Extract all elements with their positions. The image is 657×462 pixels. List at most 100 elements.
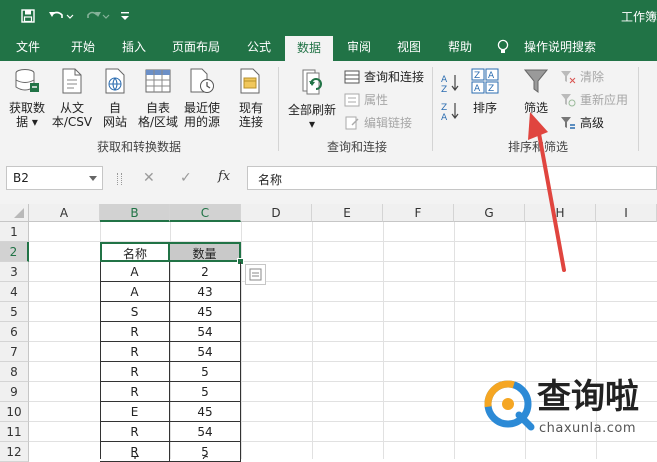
table-cell[interactable]: R (100, 422, 170, 442)
tab-page-layout[interactable]: 页面布局 (163, 33, 229, 61)
quick-analysis-icon[interactable] (245, 264, 266, 285)
refresh-all-dropdown: ▾ (308, 117, 316, 131)
column-header[interactable]: E (312, 204, 383, 222)
table-cell[interactable]: S (100, 302, 170, 322)
name-box[interactable]: B2 (6, 166, 103, 190)
table-cell[interactable]: R (100, 442, 170, 462)
table-cell[interactable]: A (100, 262, 170, 282)
from-csv-label-1: 从文 (59, 101, 84, 115)
table-cell[interactable]: R (100, 322, 170, 342)
row-header[interactable]: 2 (0, 242, 29, 262)
table-cell[interactable]: R (100, 382, 170, 402)
undo-icon[interactable] (46, 7, 76, 25)
row-header[interactable]: 10 (0, 402, 29, 422)
column-header[interactable]: D (241, 204, 312, 222)
row-header[interactable]: 8 (0, 362, 29, 382)
insert-function-icon[interactable]: fx (218, 169, 230, 184)
table-cell[interactable]: R (100, 362, 170, 382)
table-cell[interactable]: T (100, 454, 170, 459)
properties-icon (344, 93, 360, 107)
row-header[interactable]: 9 (0, 382, 29, 402)
chevron-down-icon[interactable] (89, 176, 97, 181)
properties-button[interactable]: 属性 (344, 92, 388, 108)
svg-text:Z: Z (474, 71, 480, 81)
table-icon (136, 67, 180, 98)
row-header[interactable]: 4 (0, 282, 29, 302)
table-cell[interactable]: 54 (170, 422, 241, 442)
row-header[interactable]: 6 (0, 322, 29, 342)
column-header[interactable]: B (100, 204, 170, 222)
save-icon[interactable] (18, 7, 38, 25)
get-data-button[interactable]: 获取数 据 ▾ (6, 67, 48, 129)
row-header[interactable]: 1 (0, 222, 29, 242)
enter-icon[interactable]: ✓ (180, 170, 192, 186)
table-cell[interactable]: 54 (170, 322, 241, 342)
sort-za-icon[interactable]: ZA (440, 101, 462, 124)
column-header[interactable]: A (29, 204, 100, 222)
edit-links-button[interactable]: 编辑链接 (344, 115, 412, 131)
row-header[interactable]: 11 (0, 422, 29, 442)
existing-connections-button[interactable]: 现有 连接 (232, 67, 270, 129)
table-cell[interactable]: R (100, 342, 170, 362)
tab-home[interactable]: 开始 (58, 33, 108, 61)
column-header[interactable]: F (383, 204, 454, 222)
table-cell[interactable]: 2 (170, 262, 241, 282)
filter-button[interactable]: 筛选 (518, 67, 554, 115)
row-header[interactable]: 5 (0, 302, 29, 322)
sort-icon: ZAAZ (468, 67, 502, 98)
tab-formulas[interactable]: 公式 (236, 33, 282, 61)
reapply-button[interactable]: 重新应用 (560, 92, 628, 108)
row-header[interactable]: 7 (0, 342, 29, 362)
clear-button[interactable]: 清除 (560, 69, 604, 85)
title-bar: 工作簿 (0, 0, 657, 33)
tab-help[interactable]: 帮助 (437, 33, 483, 61)
sort-label: 排序 (472, 101, 497, 115)
formula-input[interactable]: 名称 (247, 166, 657, 190)
cancel-icon[interactable]: ✕ (143, 170, 155, 186)
tab-data[interactable]: 数据 (285, 36, 333, 61)
table-cell[interactable]: 5 (170, 362, 241, 382)
column-header[interactable]: C (170, 204, 241, 222)
sort-az-icon[interactable]: AZ (440, 73, 462, 96)
row-header[interactable]: 3 (0, 262, 29, 282)
table-cell[interactable]: 5 (170, 382, 241, 402)
select-all-corner[interactable] (0, 204, 29, 222)
tab-review[interactable]: 审阅 (336, 33, 382, 61)
from-csv-label-2: 本/CSV (51, 115, 93, 129)
group-separator (638, 67, 639, 151)
table-cell[interactable]: A (100, 282, 170, 302)
column-header[interactable]: H (525, 204, 596, 222)
tab-file[interactable]: 文件 (6, 33, 50, 61)
from-web-button[interactable]: 自 网站 (96, 67, 134, 129)
table-header-name[interactable]: 名称 (100, 242, 170, 262)
queries-connections-button[interactable]: 查询和连接 (344, 69, 424, 85)
recent-sources-button[interactable]: 最近使 用的源 (180, 67, 224, 129)
properties-label: 属性 (364, 93, 389, 107)
advanced-button[interactable]: 高级 (560, 115, 604, 131)
table-cell[interactable]: 45 (170, 302, 241, 322)
table-cell[interactable]: 5 (170, 442, 241, 462)
formula-bar-grip[interactable] (117, 173, 122, 185)
tell-me-search[interactable]: 操作说明搜索 (514, 33, 606, 61)
watermark-url: chaxunla.com (539, 421, 636, 436)
refresh-all-button[interactable]: 全部刷新 ▾ (284, 67, 340, 131)
row-header[interactable]: 12 (0, 442, 29, 462)
recent-sources-label-1: 最近使 (183, 101, 220, 115)
customize-icon[interactable] (118, 7, 132, 25)
from-text-csv-button[interactable]: 从文 本/CSV (50, 67, 94, 129)
group-label-sort-filter: 排序和筛选 (508, 140, 569, 154)
column-header[interactable]: I (596, 204, 657, 222)
table-cell[interactable]: 54 (170, 342, 241, 362)
table-cell[interactable]: 43 (170, 282, 241, 302)
table-cell[interactable]: 45 (170, 402, 241, 422)
table-cell[interactable]: E (100, 402, 170, 422)
redo-icon[interactable] (84, 7, 112, 25)
web-icon (96, 67, 134, 98)
table-cell[interactable]: 6 (170, 454, 241, 459)
tab-view[interactable]: 视图 (386, 33, 432, 61)
sort-button[interactable]: ZAAZ 排序 (468, 67, 502, 115)
from-table-range-button[interactable]: 自表 格/区域 (136, 67, 180, 129)
tab-insert[interactable]: 插入 (110, 33, 158, 61)
table-header-quantity[interactable]: 数量 (170, 242, 241, 262)
column-header[interactable]: G (454, 204, 525, 222)
